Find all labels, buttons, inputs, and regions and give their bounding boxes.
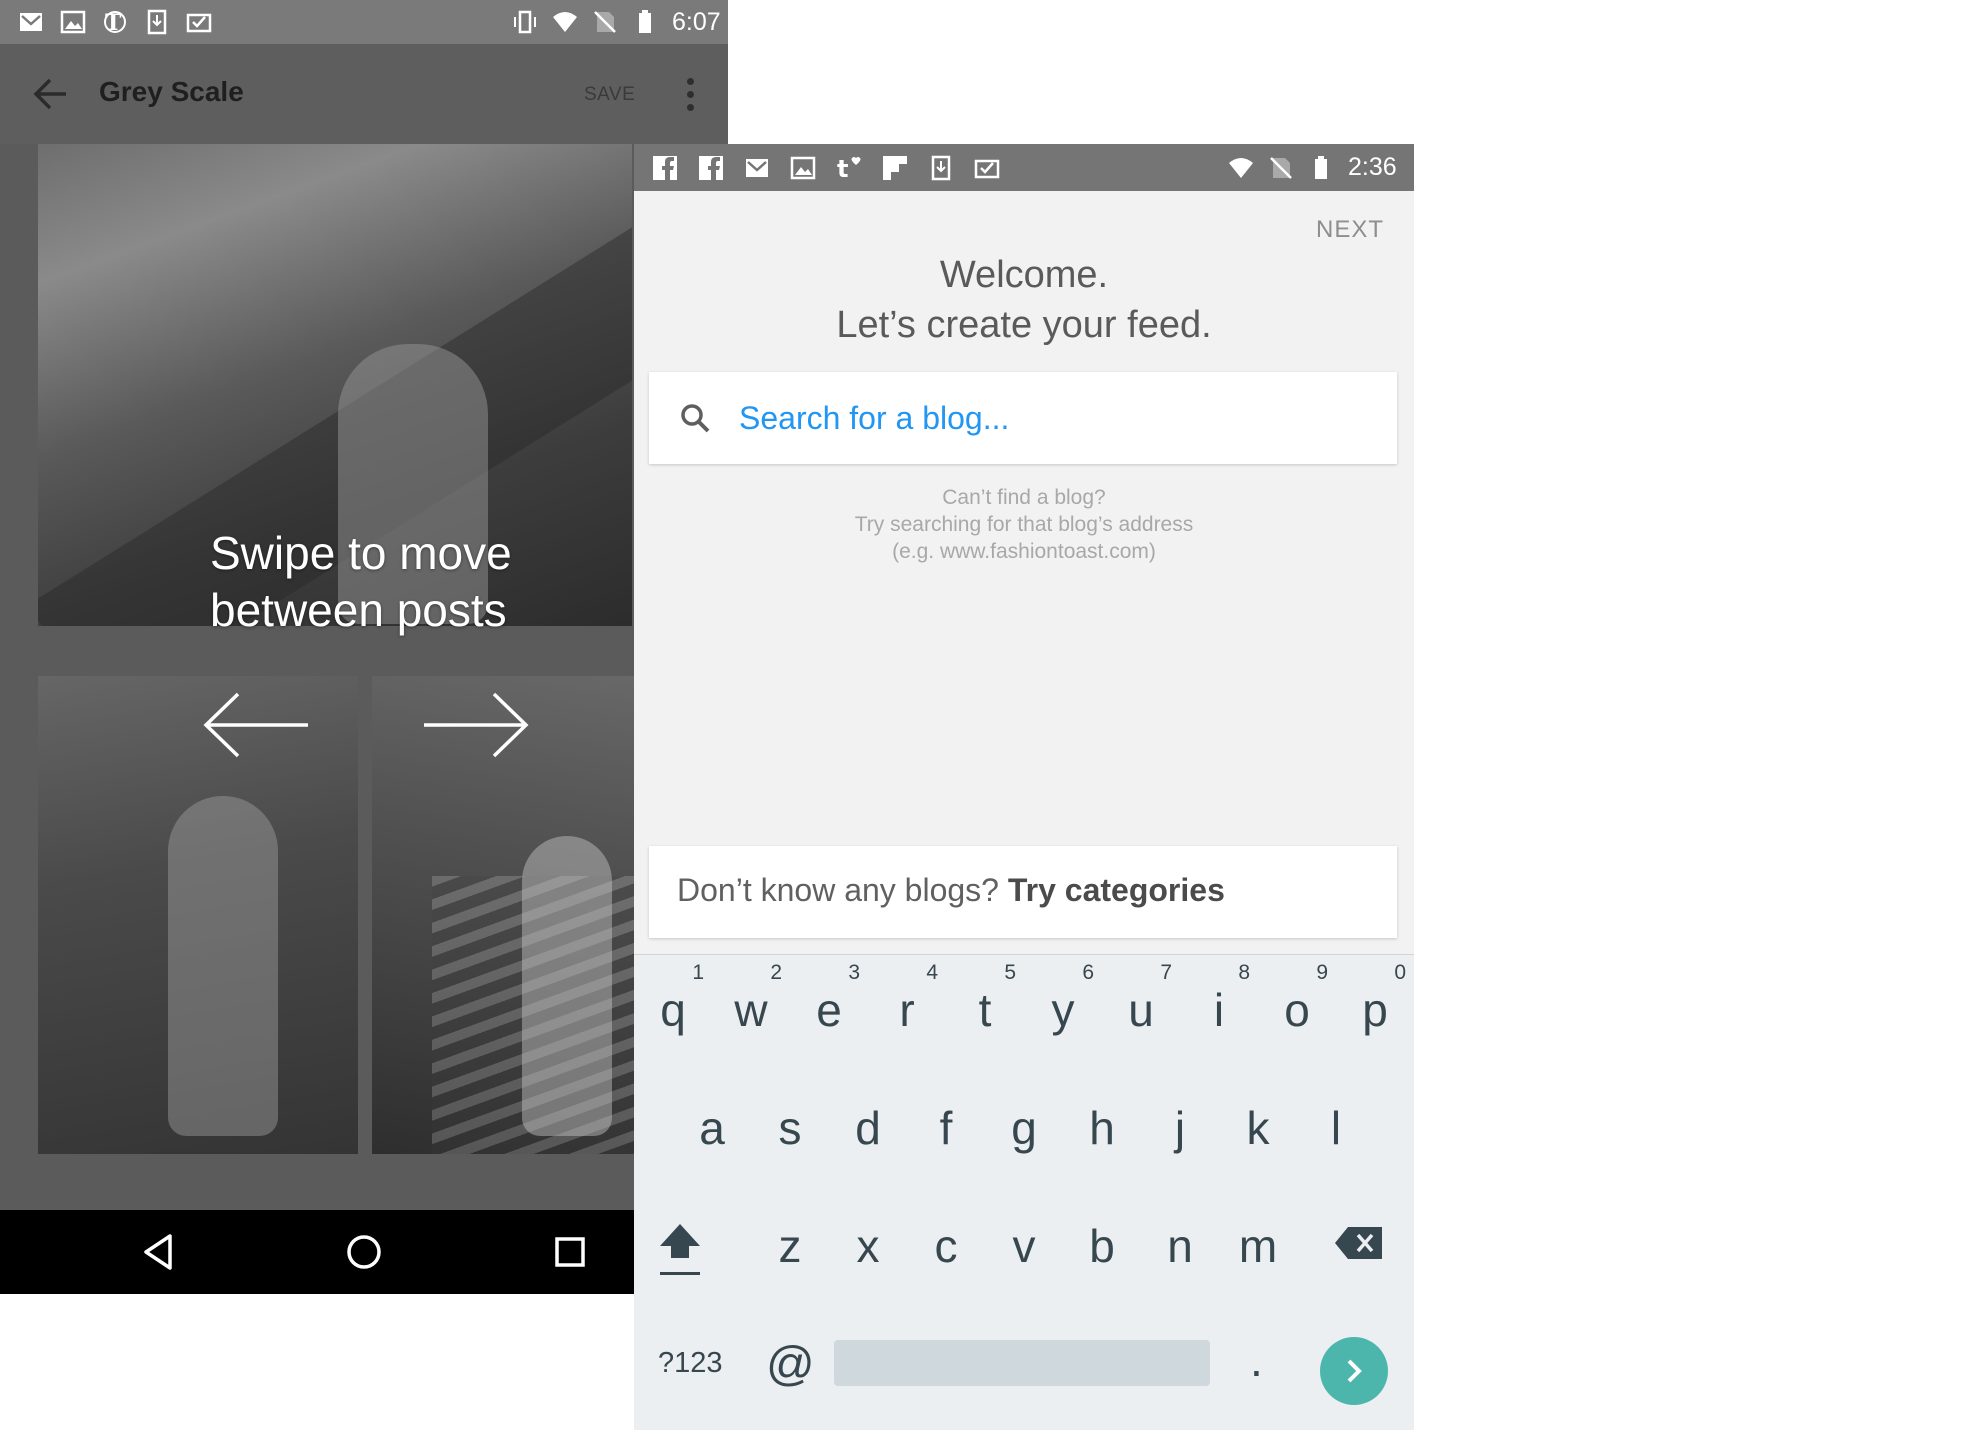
key-s[interactable]: s	[751, 1073, 829, 1173]
arrow-left-icon[interactable]	[32, 74, 70, 114]
tumblr-icon: t	[836, 155, 862, 181]
save-button[interactable]: SAVE	[584, 84, 635, 106]
key-w[interactable]: w2	[712, 955, 790, 1055]
key-i[interactable]: i8	[1180, 955, 1258, 1055]
swipe-line-2: between posts	[210, 584, 507, 636]
search-bar[interactable]	[649, 372, 1397, 464]
battery-icon	[1308, 155, 1334, 181]
more-vert-icon[interactable]	[680, 78, 700, 114]
key-r[interactable]: r4	[868, 955, 946, 1055]
flipboard-icon	[882, 155, 908, 181]
chevron-right-icon	[1320, 1359, 1388, 1409]
period-key[interactable]: .	[1250, 1333, 1263, 1387]
space-bar[interactable]	[834, 1340, 1210, 1386]
vibrate-icon	[512, 9, 538, 35]
key-q[interactable]: q1	[634, 955, 712, 1055]
search-input[interactable]	[739, 394, 1359, 442]
enter-button[interactable]	[1320, 1337, 1388, 1405]
key-h[interactable]: h	[1063, 1073, 1141, 1173]
search-icon	[679, 402, 711, 434]
download-icon	[144, 9, 170, 35]
key-p[interactable]: p0	[1336, 955, 1414, 1055]
key-t[interactable]: t5	[946, 955, 1024, 1055]
symbols-key[interactable]: ?123	[658, 1347, 723, 1380]
status-time: 6:07	[672, 7, 721, 36]
key-z[interactable]: z	[751, 1191, 829, 1291]
key-c[interactable]: c	[907, 1191, 985, 1291]
screenshot-canvas: T 6:07 Grey Scale SAVE Swipe to move bet…	[0, 0, 1980, 1430]
facebook-icon	[698, 155, 724, 181]
soft-keyboard: q1 w2 e3 r4 t5 y6 u7 i8 o9 p0 a s d f g …	[634, 954, 1414, 1430]
try-categories-link[interactable]: Try categories	[1008, 872, 1225, 908]
recents-square-icon[interactable]	[546, 1228, 594, 1276]
download-icon	[928, 155, 954, 181]
key-o[interactable]: o9	[1258, 955, 1336, 1055]
page-title: Grey Scale	[99, 76, 244, 107]
hint-line-1: Can’t find a blog?	[942, 486, 1106, 509]
right-phone-screen: t 2:36 NEXT Welcome. Let’s create your f…	[634, 144, 1414, 1430]
gmail-icon	[18, 9, 44, 35]
no-sim-icon	[592, 9, 618, 35]
battery-icon	[632, 9, 658, 35]
android-nav-bar	[0, 1210, 728, 1294]
welcome-heading: Welcome.	[939, 254, 1109, 296]
status-bar: t 2:36	[634, 144, 1414, 191]
facebook-icon	[652, 155, 678, 181]
swipe-line-1: Swipe to move	[210, 527, 512, 579]
photos-icon	[60, 9, 86, 35]
backspace-icon[interactable]	[1334, 1225, 1384, 1261]
left-phone-screen: T 6:07 Grey Scale SAVE Swipe to move bet…	[0, 0, 728, 1294]
top-toolbar: Grey Scale SAVE	[0, 44, 728, 144]
key-j[interactable]: j	[1141, 1073, 1219, 1173]
nyt-icon: T	[102, 9, 128, 35]
status-bar: T 6:07	[0, 0, 728, 44]
arrow-right-icon	[420, 690, 530, 760]
welcome-subheading: Let’s create your feed.	[836, 304, 1212, 346]
clipboard-check-icon	[186, 9, 212, 35]
categories-prefix: Don’t know any blogs?	[677, 872, 999, 908]
key-d[interactable]: d	[829, 1073, 907, 1173]
key-l[interactable]: l	[1297, 1073, 1375, 1173]
svg-text:t: t	[837, 155, 848, 181]
shift-arrow-icon[interactable]	[656, 1220, 704, 1276]
status-time: 2:36	[1348, 153, 1397, 181]
key-f[interactable]: f	[907, 1073, 985, 1173]
key-u[interactable]: u7	[1102, 955, 1180, 1055]
key-k[interactable]: k	[1219, 1073, 1297, 1173]
home-circle-icon[interactable]	[340, 1228, 388, 1276]
key-v[interactable]: v	[985, 1191, 1063, 1291]
gmail-icon	[744, 155, 770, 181]
key-x[interactable]: x	[829, 1191, 907, 1291]
try-categories-card[interactable]: Don’t know any blogs? Try categories	[649, 846, 1397, 938]
key-n[interactable]: n	[1141, 1191, 1219, 1291]
wifi-icon	[1228, 155, 1254, 181]
photos-icon	[790, 155, 816, 181]
key-b[interactable]: b	[1063, 1191, 1141, 1291]
key-a[interactable]: a	[673, 1073, 751, 1173]
clipboard-check-icon	[974, 155, 1000, 181]
key-y[interactable]: y6	[1024, 955, 1102, 1055]
at-key[interactable]: @	[766, 1337, 815, 1392]
key-g[interactable]: g	[985, 1073, 1063, 1173]
next-button[interactable]: NEXT	[1316, 216, 1384, 244]
arrow-left-icon	[202, 690, 312, 760]
categories-text: Don’t know any blogs? Try categories	[677, 872, 1225, 909]
hint-line-2: Try searching for that blog’s address	[854, 513, 1194, 536]
swipe-tutorial-text: Swipe to move between posts	[210, 525, 512, 639]
back-triangle-icon[interactable]	[136, 1228, 184, 1276]
hint-line-3: (e.g. www.fashiontoast.com)	[892, 540, 1156, 563]
no-sim-icon	[1268, 155, 1294, 181]
key-e[interactable]: e3	[790, 955, 868, 1055]
key-m[interactable]: m	[1219, 1191, 1297, 1291]
wifi-icon	[552, 9, 578, 35]
